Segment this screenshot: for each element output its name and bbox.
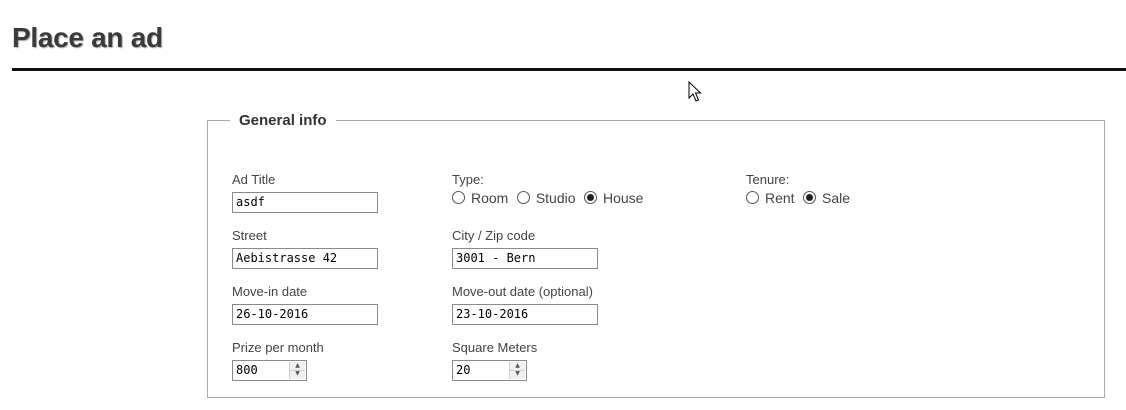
prize-number-input[interactable]: 800 ▲ ▼ (232, 360, 307, 381)
prize-label: Prize per month (232, 340, 324, 355)
prize-spinner[interactable]: ▲ ▼ (289, 362, 305, 379)
move-out-date-input[interactable]: 23-10-2016 (452, 304, 598, 325)
move-out-field: Move-out date (optional) 23-10-2016 (452, 284, 598, 325)
square-meters-field: Square Meters 20 ▲ ▼ (452, 340, 538, 381)
tenure-label: Tenure: (746, 172, 790, 187)
tenure-sale-radio[interactable] (803, 191, 817, 205)
tenure-option-sale[interactable]: Sale (803, 189, 852, 207)
move-in-label: Move-in date (232, 284, 308, 299)
street-field: Street Aebistrasse 42 (232, 228, 378, 269)
type-option-studio[interactable]: Studio (516, 189, 578, 207)
tenure-option-rent[interactable]: Rent (746, 189, 797, 207)
type-room-radio[interactable] (452, 191, 465, 205)
square-meters-number-input[interactable]: 20 ▲ ▼ (452, 360, 527, 381)
tenure-field: Tenure: Rent Sale (746, 172, 946, 206)
square-meters-decrement-icon[interactable]: ▼ (510, 370, 525, 378)
ad-title-label: Ad Title (232, 172, 276, 187)
type-option-room[interactable]: Room (452, 189, 510, 207)
square-meters-value[interactable]: 20 (456, 363, 470, 377)
ad-title-field: Ad Title asdf (232, 172, 378, 213)
tenure-radio-group: Rent Sale (746, 189, 854, 207)
move-in-date-input[interactable]: 26-10-2016 (232, 304, 378, 325)
tenure-rent-radio[interactable] (746, 191, 759, 205)
city-zip-label: City / Zip code (452, 228, 536, 243)
tenure-rent-label[interactable]: Rent (765, 190, 795, 206)
tenure-sale-label[interactable]: Sale (822, 190, 850, 206)
street-input[interactable]: Aebistrasse 42 (232, 248, 378, 269)
square-meters-label: Square Meters (452, 340, 538, 355)
ad-title-input[interactable]: asdf (232, 192, 378, 213)
mouse-cursor-icon (688, 81, 702, 102)
city-zip-input[interactable]: 3001 - Bern (452, 248, 598, 269)
type-field: Type: Room Studio House (452, 172, 712, 206)
general-info-fieldset: General info Ad Title asdf Type: Room St… (207, 112, 1105, 398)
type-house-radio[interactable] (583, 191, 597, 205)
type-option-house[interactable]: House (583, 189, 645, 207)
general-info-legend: General info (239, 112, 327, 129)
square-meters-spinner[interactable]: ▲ ▼ (509, 362, 525, 379)
type-house-label[interactable]: House (603, 190, 643, 206)
title-divider (12, 68, 1126, 71)
type-label: Type: (452, 172, 484, 187)
prize-value[interactable]: 800 (236, 363, 258, 377)
type-studio-radio[interactable] (516, 191, 530, 205)
move-out-label: Move-out date (optional) (452, 284, 593, 299)
street-label: Street (232, 228, 267, 243)
type-radio-group: Room Studio House (452, 189, 647, 207)
prize-decrement-icon[interactable]: ▼ (290, 370, 305, 378)
page-title: Place an ad (12, 22, 163, 53)
type-room-label[interactable]: Room (471, 190, 508, 206)
city-zip-field: City / Zip code 3001 - Bern (452, 228, 598, 269)
prize-field: Prize per month 800 ▲ ▼ (232, 340, 324, 381)
move-in-field: Move-in date 26-10-2016 (232, 284, 378, 325)
type-studio-label[interactable]: Studio (536, 190, 576, 206)
